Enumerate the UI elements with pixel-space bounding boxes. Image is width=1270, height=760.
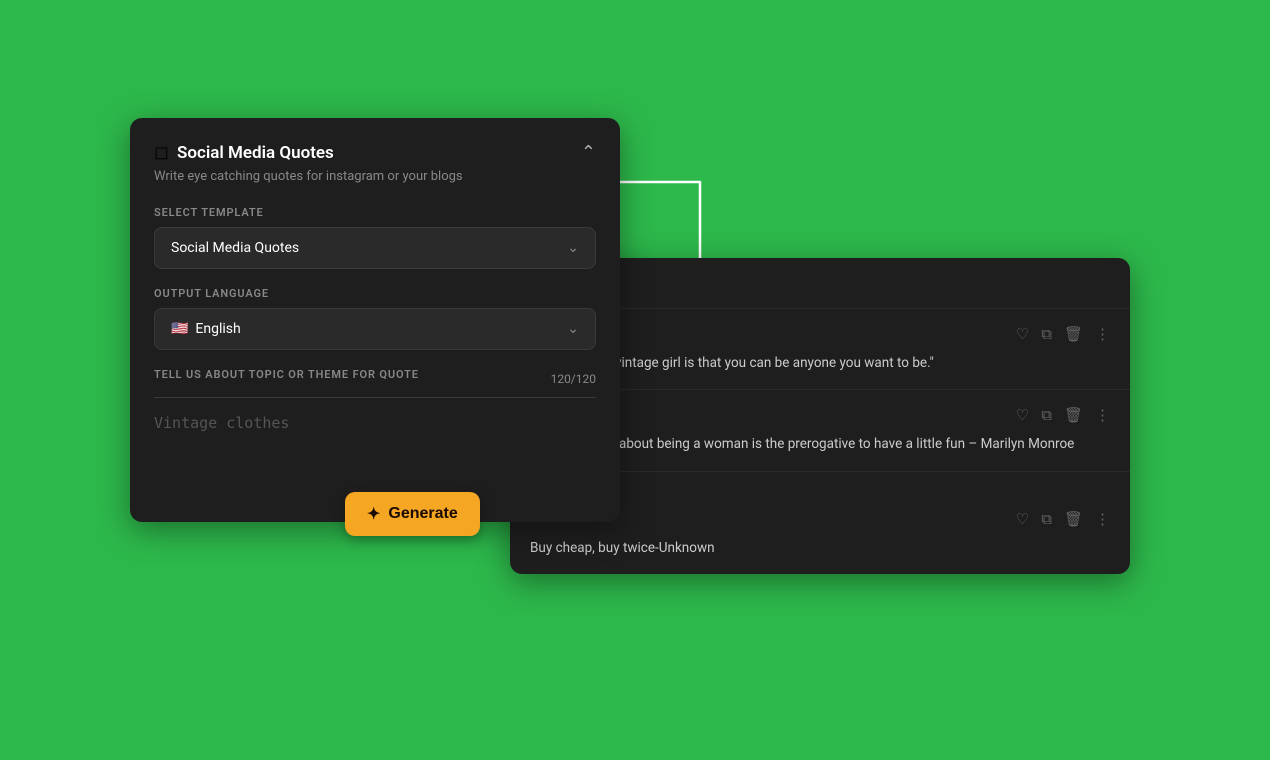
panel-subtitle: Write eye catching quotes for instagram …	[154, 169, 596, 184]
language-dropdown[interactable]: 🇺🇸 English ⌄	[154, 308, 596, 350]
favorite-icon-1[interactable]: ♡	[1016, 325, 1029, 343]
template-label: SELECT TEMPLATE	[154, 206, 596, 219]
favorite-icon-2[interactable]: ♡	[1016, 406, 1029, 424]
language-flag: 🇺🇸	[171, 321, 188, 337]
template-select-wrapper: Social Media Quotes ⌄	[154, 227, 596, 269]
topic-field-group: TELL US ABOUT TOPIC OR THEME FOR QUOTE 1…	[154, 368, 596, 480]
copy-icon-2[interactable]: ⧉	[1041, 406, 1052, 424]
panel-header-left: ◻ Social Media Quotes	[154, 142, 334, 163]
delete-icon-2[interactable]: 🗑	[1064, 406, 1083, 424]
delete-icon-3[interactable]: 🗑	[1064, 510, 1083, 528]
delete-icon-1[interactable]: 🗑	[1064, 325, 1083, 343]
char-count: 120/120	[551, 372, 596, 386]
copy-icon-1[interactable]: ⧉	[1041, 325, 1052, 343]
template-value: Social Media Quotes	[171, 240, 299, 256]
collapse-icon[interactable]: ⌃	[581, 142, 596, 163]
topic-label: TELL US ABOUT TOPIC OR THEME FOR QUOTE	[154, 368, 419, 381]
more-icon-1[interactable]: ⋮	[1095, 325, 1110, 343]
copy-icon-3[interactable]: ⧉	[1041, 510, 1052, 528]
generate-button[interactable]: ✦ Generate	[345, 492, 480, 536]
panel-header: ◻ Social Media Quotes ⌃	[154, 142, 596, 163]
favorite-icon-3[interactable]: ♡	[1016, 510, 1029, 528]
panel-title: Social Media Quotes	[177, 143, 334, 163]
left-panel: ◻ Social Media Quotes ⌃ Write eye catchi…	[130, 118, 620, 522]
language-chevron-icon: ⌄	[567, 321, 579, 337]
topic-input[interactable]	[154, 397, 596, 476]
language-label: OUTPUT LANGUAGE	[154, 287, 596, 300]
more-icon-3[interactable]: ⋮	[1095, 510, 1110, 528]
wand-icon: ✦	[367, 504, 380, 524]
instagram-icon: ◻	[154, 142, 169, 163]
language-select-wrapper: 🇺🇸 English ⌄	[154, 308, 596, 350]
language-value: 🇺🇸 English	[171, 321, 241, 337]
more-icon-2[interactable]: ⋮	[1095, 406, 1110, 424]
template-field-group: SELECT TEMPLATE Social Media Quotes ⌄	[154, 206, 596, 269]
generate-label: Generate	[388, 505, 457, 523]
topic-field-header: TELL US ABOUT TOPIC OR THEME FOR QUOTE 1…	[154, 368, 596, 389]
template-chevron-icon: ⌄	[567, 240, 579, 256]
history-item-3-text: Buy cheap, buy twice-Unknown	[530, 538, 1110, 558]
language-field-group: OUTPUT LANGUAGE 🇺🇸 English ⌄	[154, 287, 596, 350]
template-dropdown[interactable]: Social Media Quotes ⌄	[154, 227, 596, 269]
